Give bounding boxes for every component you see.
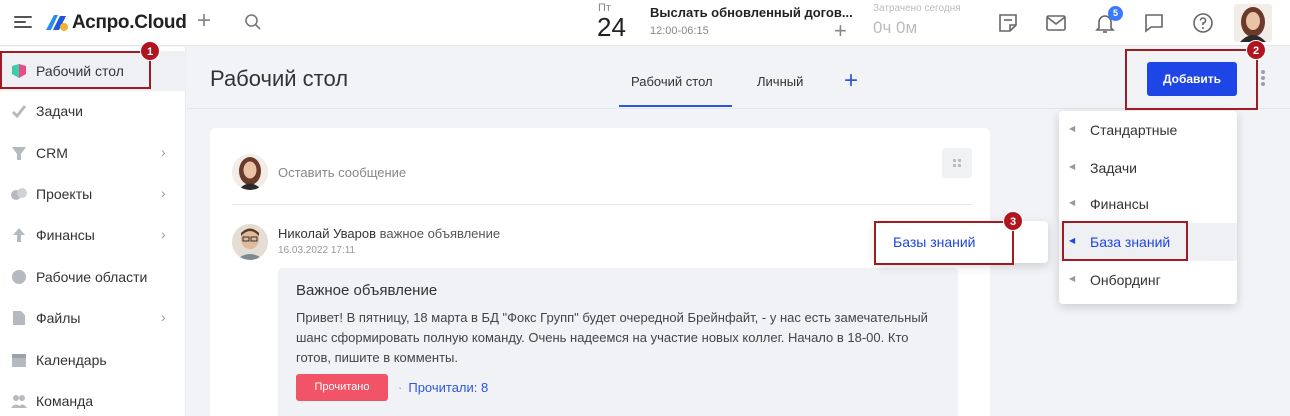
mail-icon[interactable] xyxy=(1044,11,1068,35)
caret-left-icon: ◀ xyxy=(1069,162,1076,171)
chat-icon[interactable] xyxy=(1142,11,1166,35)
search-icon[interactable] xyxy=(244,13,262,31)
callout-badge-1: 1 xyxy=(140,41,160,61)
logo-icon xyxy=(46,15,68,31)
notification-badge: 5 xyxy=(1108,6,1123,21)
message-input[interactable]: Оставить сообщение xyxy=(278,165,406,180)
page-title: Рабочий стол xyxy=(210,66,349,91)
post-author-avatar[interactable] xyxy=(232,224,268,260)
separator-dot: · xyxy=(398,380,403,395)
more-options-icon[interactable] xyxy=(1259,70,1267,90)
plus-icon[interactable]: + xyxy=(197,9,211,33)
sidebar-item-label: Команда xyxy=(36,393,94,409)
chevron-right-icon: › xyxy=(161,185,166,201)
sidebar-item-label: Проекты xyxy=(36,186,93,202)
sidebar-item-label: Рабочие области xyxy=(36,269,148,285)
announcement-text: Привет! В пятницу, 18 марта в БД "Фокс Г… xyxy=(296,310,928,365)
sidebar-item-tasks[interactable]: Задачи xyxy=(0,91,186,131)
message-author-avatar xyxy=(232,154,268,190)
team-icon xyxy=(11,395,27,408)
sidebar-item-finance[interactable]: Финансы › xyxy=(0,215,186,255)
dropdown-item-label: Задачи xyxy=(1090,160,1138,176)
callout-frame-dropdown xyxy=(1062,221,1188,261)
calendar-icon xyxy=(12,354,26,367)
logo-text[interactable]: Аспро.Cloud xyxy=(72,12,187,34)
post-action: важное объявление xyxy=(379,226,501,241)
announcement-block: Важное объявление Привет! В пятницу, 18 … xyxy=(278,268,958,416)
read-count-link[interactable]: · Прочитали: 8 xyxy=(398,380,488,395)
sidebar-item-label: Задачи xyxy=(36,103,84,119)
active-tab-indicator xyxy=(619,105,732,107)
feed-card: Оставить сообщение Николай Уваров важное… xyxy=(210,128,990,416)
post-author-line: Николай Уваров важное объявление xyxy=(278,226,500,241)
user-avatar[interactable] xyxy=(1234,4,1272,42)
chevron-right-icon: › xyxy=(161,144,166,160)
time-spent-value: 0ч 0м xyxy=(873,18,918,37)
dropdown-item-onboarding[interactable]: ◀ Онбординг xyxy=(1059,261,1237,299)
add-tab-plus-icon[interactable]: + xyxy=(844,67,858,95)
sidebar-item-files[interactable]: Файлы › xyxy=(0,298,186,338)
sidebar-item-label: CRM xyxy=(36,145,68,161)
caret-left-icon: ◀ xyxy=(1069,274,1076,283)
dropdown-item-label: Финансы xyxy=(1090,196,1149,212)
sidebar-item-workspaces[interactable]: Рабочие области xyxy=(0,257,186,297)
post-date: 16.03.2022 17:11 xyxy=(278,245,356,256)
sidebar: Рабочий стол Задачи CRM › Проекты › Фина… xyxy=(0,47,186,416)
caret-left-icon: ◀ xyxy=(1069,124,1076,133)
caret-left-icon: ◀ xyxy=(1069,198,1076,207)
add-dropdown-menu: ◀ Стандартные ◀ Задачи ◀ Финансы ◀ База … xyxy=(1059,111,1237,304)
notes-icon[interactable] xyxy=(996,11,1020,35)
tab-dashboard[interactable]: Рабочий стол xyxy=(631,74,713,89)
read-count-text: Прочитали: 8 xyxy=(408,380,489,395)
announcement-title: Важное объявление xyxy=(296,282,438,299)
sidebar-item-label: Финансы xyxy=(36,227,95,243)
sidebar-item-team[interactable]: Команда xyxy=(0,381,186,416)
projects-icon xyxy=(11,188,27,200)
top-bar: Аспро.Cloud + Пт 24 Выслать обновленный … xyxy=(0,0,1290,46)
grid-icon xyxy=(953,159,961,167)
post-author-name[interactable]: Николай Уваров xyxy=(278,226,376,241)
callout-frame-2 xyxy=(1125,49,1258,110)
dropdown-item-label: Стандартные xyxy=(1090,122,1178,138)
current-task-title[interactable]: Выслать обновленный догов... xyxy=(650,5,853,20)
files-icon xyxy=(13,311,25,325)
chevron-right-icon: › xyxy=(161,226,166,242)
callout-badge-2: 2 xyxy=(1246,40,1266,60)
date-day: 24 xyxy=(597,12,626,42)
sidebar-item-crm[interactable]: CRM › xyxy=(0,133,186,173)
dropdown-item-label: Онбординг xyxy=(1090,272,1161,288)
dropdown-item-standard[interactable]: ◀ Стандартные xyxy=(1059,111,1237,149)
callout-frame-1 xyxy=(0,51,151,89)
chevron-right-icon: › xyxy=(161,309,166,325)
sidebar-item-label: Файлы xyxy=(36,310,81,326)
crm-icon xyxy=(12,147,26,160)
sidebar-item-label: Календарь xyxy=(36,352,107,368)
time-spent-label: Затрачено сегодня xyxy=(873,3,961,14)
dropdown-item-finance[interactable]: ◀ Финансы xyxy=(1059,185,1237,223)
card-divider xyxy=(232,204,972,205)
grid-button[interactable] xyxy=(942,148,972,178)
help-icon[interactable] xyxy=(1191,11,1215,35)
mark-read-button[interactable]: Прочитано xyxy=(296,374,388,401)
tab-personal[interactable]: Личный xyxy=(757,74,803,89)
sidebar-item-calendar[interactable]: Календарь xyxy=(0,340,186,380)
dropdown-item-tasks[interactable]: ◀ Задачи xyxy=(1059,149,1237,187)
tasks-icon xyxy=(11,105,27,119)
add-task-plus-icon[interactable]: + xyxy=(834,20,847,42)
current-task-time: 12:00-06:15 xyxy=(650,25,709,37)
finance-icon xyxy=(13,228,25,242)
callout-frame-3 xyxy=(874,221,1014,265)
menu-icon[interactable] xyxy=(14,16,32,28)
workspaces-icon xyxy=(12,270,26,284)
callout-badge-3: 3 xyxy=(1003,211,1023,231)
sidebar-item-projects[interactable]: Проекты › xyxy=(0,174,186,214)
